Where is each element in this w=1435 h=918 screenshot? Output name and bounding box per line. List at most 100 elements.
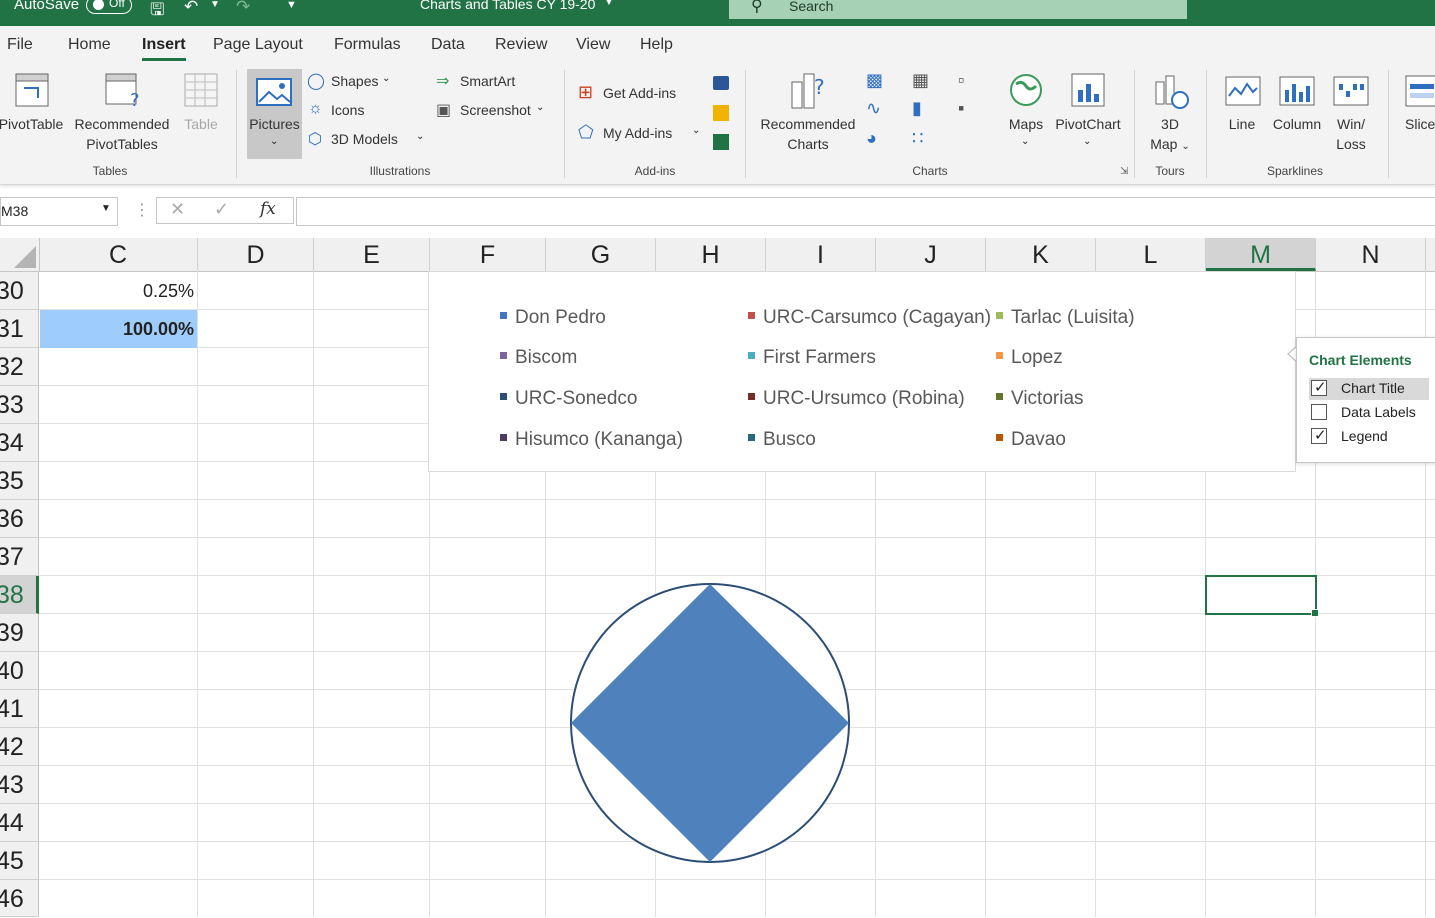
selected-cell-m38[interactable] [1205, 575, 1317, 615]
legend-entry[interactable]: URC-Ursumco (Robina) [748, 388, 965, 410]
column-header-m[interactable]: M [1206, 238, 1316, 271]
legend-entry[interactable]: Hisumco (Kananga) [500, 429, 683, 451]
waterfall-chart-icon[interactable]: ▫ [958, 70, 964, 91]
row-header-44[interactable]: 44 [0, 804, 39, 842]
row-header-30[interactable]: 30 [0, 272, 39, 310]
cell-c31[interactable]: 100.00% [40, 310, 197, 348]
row-header-32[interactable]: 32 [0, 348, 39, 386]
save-icon[interactable]: 🖫 [150, 0, 164, 26]
tab-formulas[interactable]: Formulas [334, 36, 401, 54]
row-header-34[interactable]: 34 [0, 424, 39, 462]
row-header-40[interactable]: 40 [0, 652, 39, 690]
people-graph-icon[interactable] [713, 134, 729, 150]
tab-view[interactable]: View [576, 36, 610, 54]
tab-page-layout[interactable]: Page Layout [213, 36, 303, 54]
tab-insert[interactable]: Insert [142, 36, 186, 54]
data-labels-checkbox[interactable] [1311, 404, 1327, 420]
chevron-down-icon[interactable]: ⌄ [536, 102, 544, 113]
chevron-down-icon[interactable]: ⌄ [692, 125, 700, 136]
name-box[interactable]: M38 ▼ [0, 197, 118, 226]
maps-button[interactable]: Maps [1004, 114, 1048, 134]
pivottable-button[interactable]: PivotTable [0, 114, 66, 134]
legend-entry[interactable]: Biscom [500, 347, 577, 369]
chevron-down-icon[interactable]: ⌄ [1083, 136, 1091, 147]
chart-plot-area[interactable] [565, 580, 855, 870]
screenshot-button[interactable]: Screenshot [460, 102, 531, 118]
chevron-down-icon[interactable]: ⌄ [416, 131, 424, 142]
column-header-i[interactable]: I [766, 238, 876, 271]
chevron-down-icon[interactable]: ⌄ [1021, 136, 1029, 147]
tab-home[interactable]: Home [68, 36, 111, 54]
undo-icon[interactable]: ↶ [184, 0, 198, 17]
tab-review[interactable]: Review [495, 36, 547, 54]
legend-entry[interactable]: Busco [748, 429, 816, 451]
pictures-button[interactable]: Pictures [247, 114, 302, 134]
legend-entry[interactable]: URC-Sonedco [500, 388, 638, 410]
scatter-chart-icon[interactable]: ∷ [912, 128, 923, 149]
legend-entry[interactable]: First Farmers [748, 347, 876, 369]
cell-c30[interactable]: 0.25% [40, 272, 194, 310]
row-header-33[interactable]: 33 [0, 386, 39, 424]
chevron-down-icon[interactable]: ▼ [101, 203, 111, 214]
statistic-chart-icon[interactable]: ▮ [912, 98, 922, 119]
column-header-f[interactable]: F [430, 238, 546, 271]
row-header-39[interactable]: 39 [0, 614, 39, 652]
my-addins-button[interactable]: My Add-ins [603, 125, 672, 141]
combo-chart-icon[interactable]: ▪ [958, 98, 964, 119]
pivotchart-button[interactable]: PivotChart [1050, 114, 1126, 134]
legend-entry[interactable]: Davao [996, 429, 1066, 451]
column-header-d[interactable]: D [198, 238, 314, 271]
3d-map-button[interactable]: 3D Map ⌄ [1140, 114, 1200, 157]
row-header-42[interactable]: 42 [0, 728, 39, 766]
row-header-43[interactable]: 43 [0, 766, 39, 804]
fill-handle[interactable] [1311, 609, 1319, 617]
chart-elements-item-chart-title[interactable]: ✓ Chart Title [1309, 378, 1429, 400]
row-header-37[interactable]: 37 [0, 538, 39, 576]
legend-entry[interactable]: Don Pedro [500, 307, 606, 329]
chart-elements-item-legend[interactable]: ✓ Legend [1309, 426, 1429, 448]
column-chart-icon[interactable]: ▩ [866, 70, 883, 91]
icons-button[interactable]: Icons [331, 102, 364, 118]
document-title[interactable]: Charts and Tables CY 19-20 [420, 0, 595, 12]
legend-entry[interactable]: URC-Carsumco (Cagayan) [748, 307, 991, 329]
row-header-38[interactable]: 38 [0, 576, 39, 614]
smartart-button[interactable]: SmartArt [460, 73, 515, 89]
recommended-charts-button[interactable]: Recommended Charts [755, 114, 861, 154]
bing-maps-icon[interactable] [713, 105, 729, 121]
row-header-36[interactable]: 36 [0, 500, 39, 538]
tab-data[interactable]: Data [431, 36, 465, 54]
column-header-h[interactable]: H [656, 238, 766, 271]
legend-entry[interactable]: Tarlac (Luisita) [996, 307, 1135, 329]
search-box[interactable]: ⚲ Search [729, 0, 1187, 19]
row-header-46[interactable]: 46 [0, 880, 39, 917]
3d-models-button[interactable]: 3D Models [331, 131, 398, 147]
undo-dropdown-icon[interactable]: ▼ [210, 0, 220, 10]
formula-input[interactable] [296, 197, 1435, 226]
tab-file[interactable]: File [7, 36, 33, 54]
row-header-35[interactable]: 35 [0, 462, 39, 500]
chart-title-checkbox[interactable]: ✓ [1311, 379, 1327, 396]
pie-chart-icon[interactable]: ◕ [866, 128, 877, 149]
column-header-j[interactable]: J [876, 238, 986, 271]
resize-handle-icon[interactable]: ⋮ [134, 200, 150, 220]
autosave-toggle[interactable]: Off [86, 0, 132, 14]
column-header-g[interactable]: G [546, 238, 656, 271]
dialog-launcher-icon[interactable]: ⇲ [1120, 166, 1128, 177]
visio-icon[interactable] [713, 76, 729, 90]
title-dropdown-icon[interactable]: ▼ [604, 0, 614, 8]
line-chart-icon[interactable]: ∿ [866, 98, 881, 119]
select-all-button[interactable] [0, 238, 40, 271]
shapes-button[interactable]: Shapes [331, 73, 378, 89]
column-header-n[interactable]: N [1316, 238, 1426, 271]
get-addins-button[interactable]: Get Add-ins [603, 85, 676, 101]
tab-help[interactable]: Help [640, 36, 673, 54]
slicer-button[interactable]: Slice [1405, 114, 1435, 134]
column-header-c[interactable]: C [39, 238, 198, 271]
recommended-pivottables-button[interactable]: Recommended PivotTables [70, 114, 174, 154]
legend-checkbox[interactable]: ✓ [1311, 427, 1327, 444]
legend-entry[interactable]: Lopez [996, 347, 1063, 369]
chart-elements-item-data-labels[interactable]: Data Labels [1309, 402, 1429, 424]
customize-toolbar-icon[interactable]: ▼ [286, 0, 297, 11]
column-header-e[interactable]: E [314, 238, 430, 271]
sparkline-column-button[interactable]: Column [1266, 114, 1328, 134]
